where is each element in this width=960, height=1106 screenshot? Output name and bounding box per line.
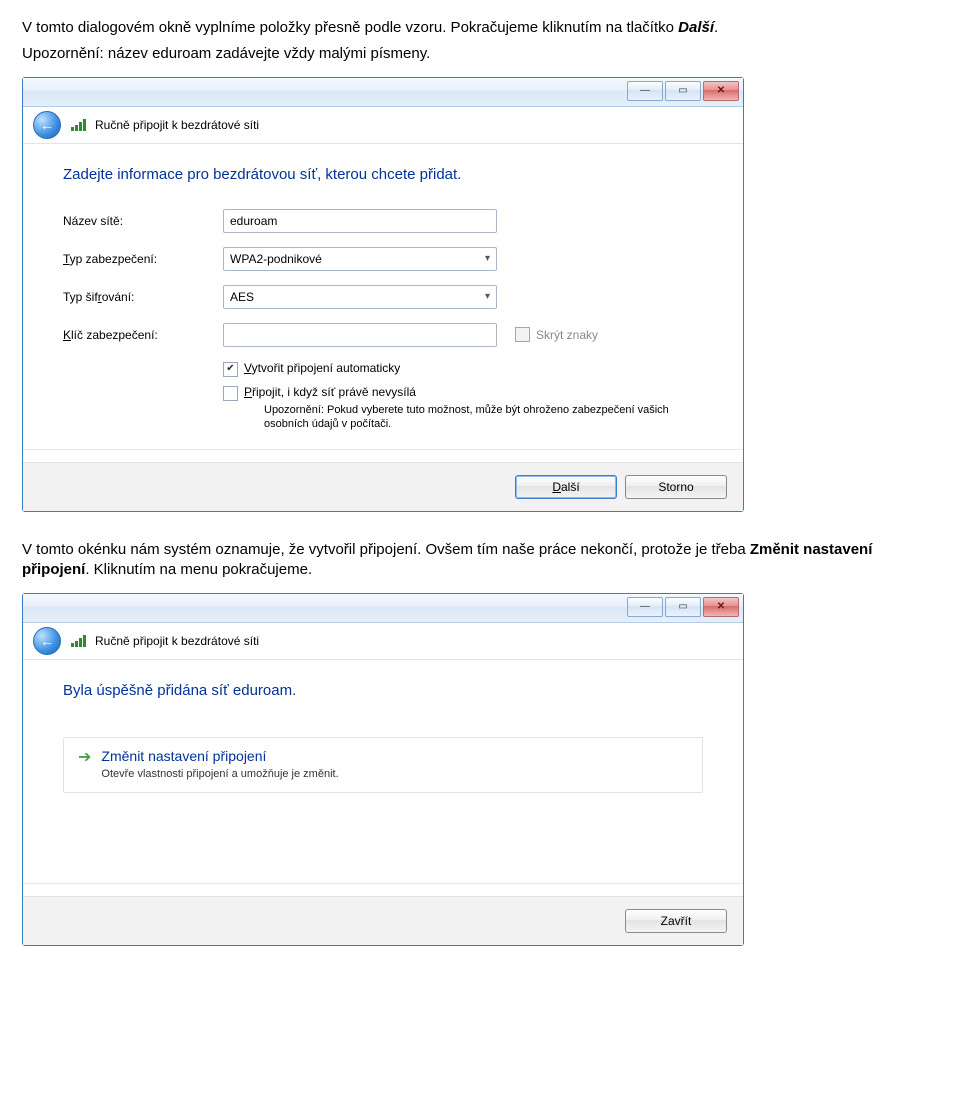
wifi-icon (71, 119, 85, 131)
arrow-right-icon: ➔ (78, 750, 91, 766)
close-button[interactable]: ✕ (703, 597, 739, 617)
dialog-body: Byla úspěšně přidána síť eduroam. ➔ Změn… (23, 660, 743, 896)
connect-hidden-label: Připojit, i když síť právě nevysílá (244, 385, 416, 399)
wifi-icon (71, 635, 85, 647)
dialog-footer: Další Storno (23, 462, 743, 511)
minimize-icon: — (640, 85, 650, 96)
hide-chars-checkbox (515, 327, 530, 342)
hide-chars-label: Skrýt znaky (536, 328, 598, 342)
maximize-icon: ▭ (678, 85, 687, 96)
dialog-body: Zadejte informace pro bezdrátovou síť, k… (23, 144, 743, 463)
auto-connect-checkbox[interactable] (223, 362, 238, 377)
minimize-icon: — (640, 601, 650, 612)
dialog-add-wifi: — ▭ ✕ ← Ručně připojit k bezdrátové síti… (22, 77, 744, 513)
minimize-button[interactable]: — (627, 81, 663, 101)
hidden-warning: Upozornění: Pokud vyberete tuto možnost,… (264, 403, 703, 432)
next-button[interactable]: Další (515, 475, 617, 499)
option-subtitle: Otevře vlastnosti připojení a umožňuje j… (101, 768, 338, 780)
wizard-title: Ručně připojit k bezdrátové síti (95, 634, 259, 648)
close-icon: ✕ (717, 601, 725, 612)
label-network-name: Název sítě: (63, 214, 223, 228)
back-button[interactable]: ← (33, 111, 61, 139)
label-encryption-type: Typ šifrování: (63, 290, 223, 304)
change-settings-option[interactable]: ➔ Změnit nastavení připojení Otevře vlas… (63, 737, 703, 793)
doc-para-3a: V tomto okénku nám systém oznamuje, že v… (22, 541, 750, 558)
close-dialog-button[interactable]: Zavřít (625, 909, 727, 933)
close-button[interactable]: ✕ (703, 81, 739, 101)
divider (23, 883, 743, 884)
wizard-header: ← Ručně připojit k bezdrátové síti (23, 623, 743, 660)
security-type-value: WPA2-podnikové (230, 252, 322, 266)
close-icon: ✕ (717, 85, 725, 96)
network-name-input[interactable] (223, 209, 497, 233)
encryption-type-combo[interactable]: AES ▾ (223, 285, 497, 309)
encryption-type-value: AES (230, 290, 254, 304)
dialog-wifi-added: — ▭ ✕ ← Ručně připojit k bezdrátové síti… (22, 593, 744, 946)
wizard-header: ← Ručně připojit k bezdrátové síti (23, 107, 743, 144)
cancel-button[interactable]: Storno (625, 475, 727, 499)
wizard-title: Ručně připojit k bezdrátové síti (95, 118, 259, 132)
maximize-button[interactable]: ▭ (665, 81, 701, 101)
divider (23, 449, 743, 450)
back-button[interactable]: ← (33, 627, 61, 655)
doc-para-1c: . (714, 19, 718, 36)
back-arrow-icon: ← (40, 633, 54, 649)
doc-para-1b: Další (678, 19, 714, 36)
doc-para-1: V tomto dialogovém okně vyplníme položky… (22, 18, 938, 38)
doc-para-1a: V tomto dialogovém okně vyplníme položky… (22, 19, 678, 36)
titlebar: — ▭ ✕ (23, 78, 743, 107)
security-key-input[interactable] (223, 323, 497, 347)
chevron-down-icon: ▾ (485, 253, 490, 264)
label-security-type: Typ zabezpečení: (63, 252, 223, 266)
maximize-icon: ▭ (678, 601, 687, 612)
doc-para-3c: . Kliknutím na menu pokračujeme. (85, 561, 312, 578)
success-text: Byla úspěšně přidána síť eduroam. (63, 682, 703, 699)
chevron-down-icon: ▾ (485, 291, 490, 302)
label-security-key: Klíč zabezpečení: (63, 328, 223, 342)
minimize-button[interactable]: — (627, 597, 663, 617)
doc-para-2: Upozornění: název eduroam zadávejte vždy… (22, 44, 938, 64)
back-arrow-icon: ← (40, 117, 54, 133)
security-type-combo[interactable]: WPA2-podnikové ▾ (223, 247, 497, 271)
auto-connect-label: Vytvořit připojení automaticky (244, 361, 400, 375)
option-title: Změnit nastavení připojení (101, 748, 338, 764)
titlebar: — ▭ ✕ (23, 594, 743, 623)
doc-para-3: V tomto okénku nám systém oznamuje, že v… (22, 540, 938, 581)
instruction-text: Zadejte informace pro bezdrátovou síť, k… (63, 166, 703, 183)
connect-hidden-checkbox[interactable] (223, 386, 238, 401)
maximize-button[interactable]: ▭ (665, 597, 701, 617)
dialog-footer: Zavřít (23, 896, 743, 945)
